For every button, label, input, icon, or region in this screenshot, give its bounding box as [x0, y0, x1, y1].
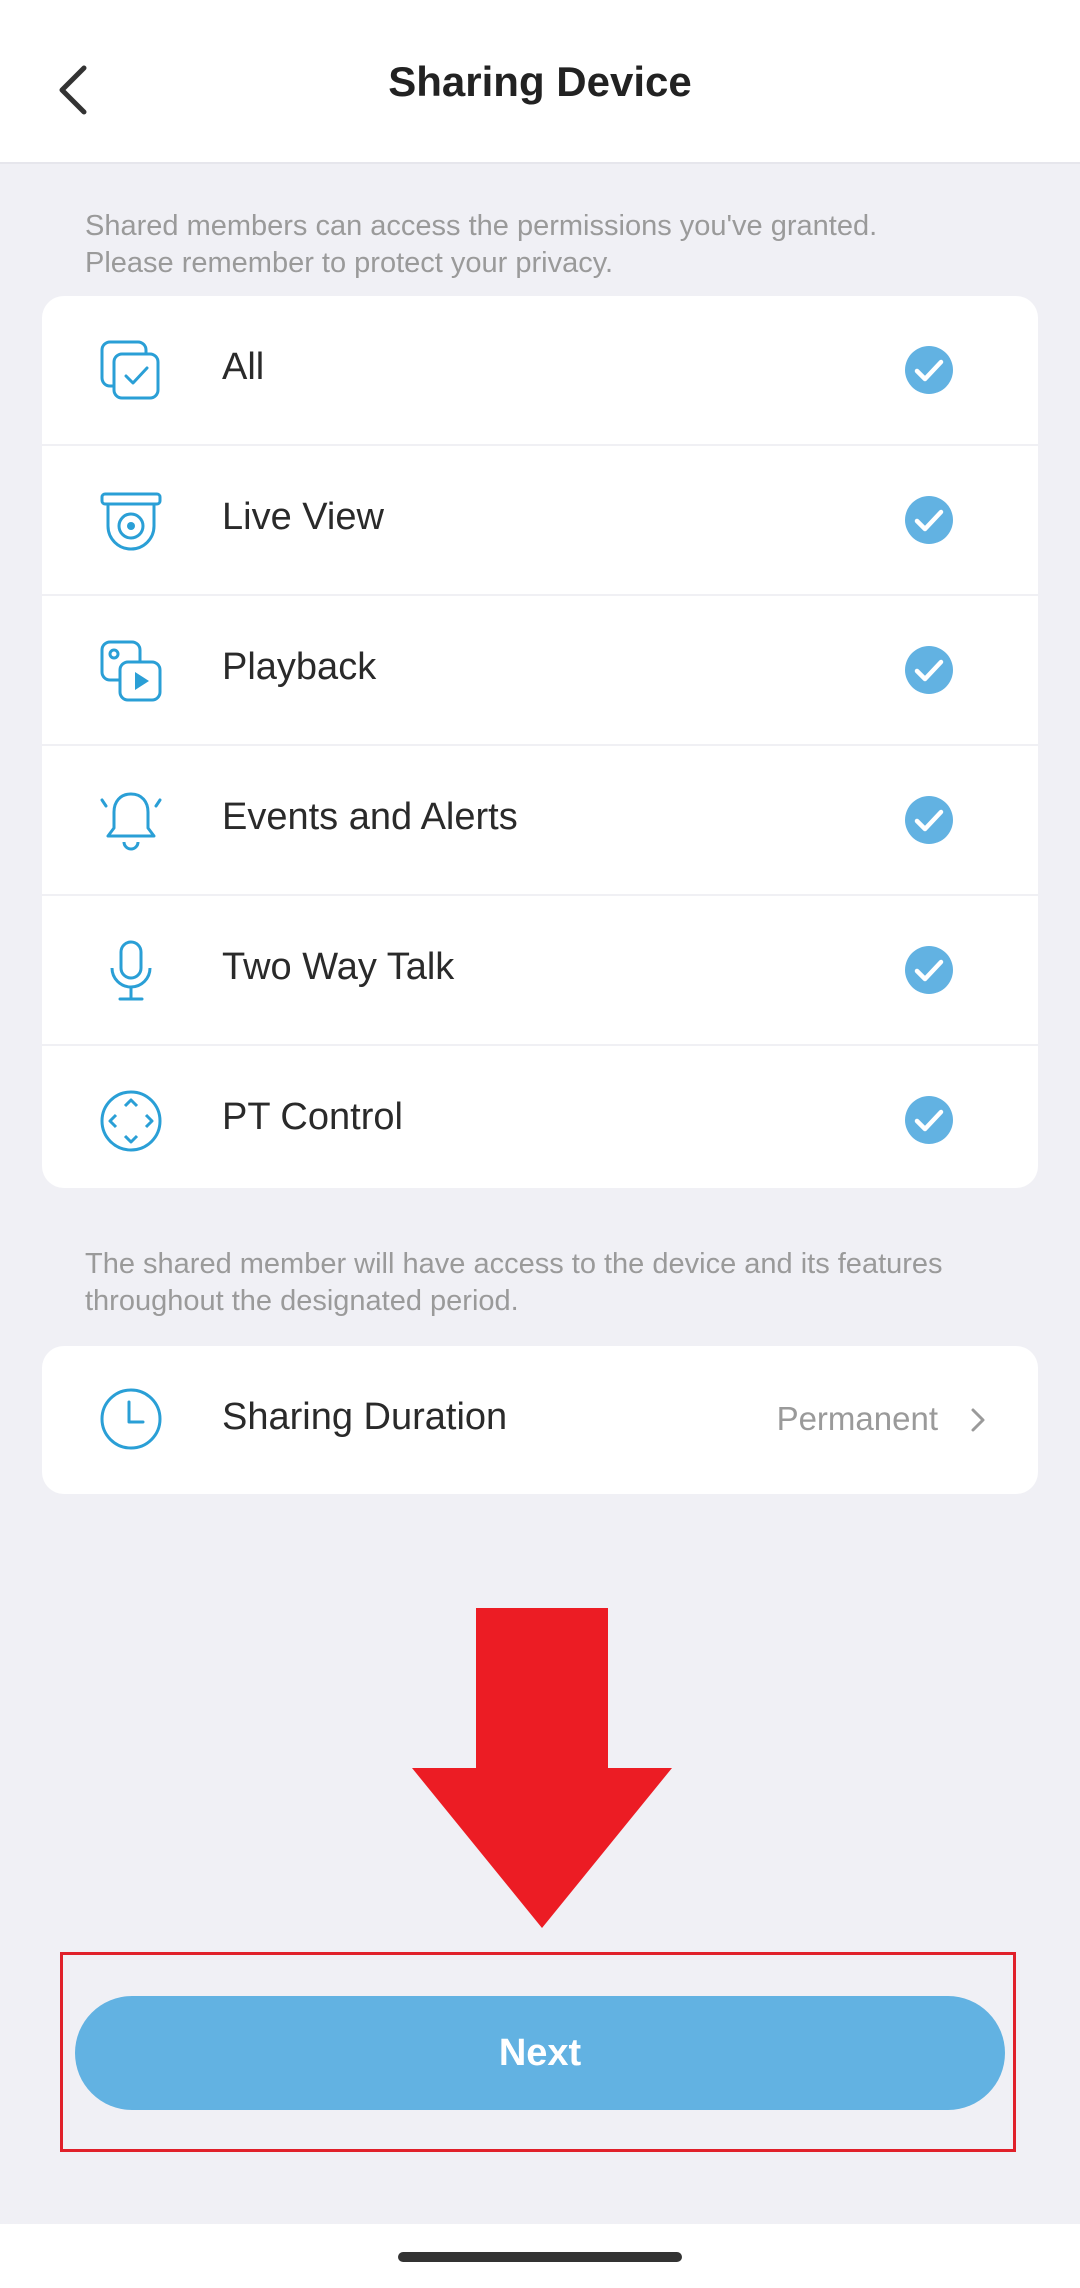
- check-circle-icon[interactable]: [904, 945, 954, 995]
- playback-icon: [100, 640, 162, 702]
- next-button[interactable]: Next: [75, 1996, 1005, 2110]
- permission-row-playback[interactable]: Playback: [42, 596, 1038, 746]
- header-bar: Sharing Device: [0, 0, 1080, 164]
- permission-label: Live View: [222, 496, 384, 538]
- home-indicator[interactable]: [398, 2252, 682, 2262]
- duration-note: The shared member will have access to th…: [85, 1248, 943, 1317]
- chevron-right-icon: [971, 1408, 985, 1432]
- annotation-down-arrow: [412, 1608, 672, 1928]
- permission-row-events-alerts[interactable]: Events and Alerts: [42, 746, 1038, 896]
- check-circle-icon[interactable]: [904, 345, 954, 395]
- clock-icon: [100, 1388, 162, 1450]
- duration-card: Sharing Duration Permanent: [42, 1346, 1038, 1494]
- bell-icon: [100, 792, 162, 851]
- permission-label: PT Control: [222, 1096, 403, 1138]
- check-circle-icon[interactable]: [904, 795, 954, 845]
- navigation-bar: [0, 2224, 1080, 2288]
- sharing-duration-row[interactable]: Sharing Duration Permanent: [42, 1346, 1038, 1494]
- permission-label: Two Way Talk: [222, 946, 455, 988]
- page-title: Sharing Device: [388, 58, 692, 105]
- microphone-icon: [110, 940, 152, 1001]
- check-circle-icon[interactable]: [904, 1095, 954, 1145]
- check-circle-icon[interactable]: [904, 495, 954, 545]
- camera-icon: [100, 492, 162, 551]
- permissions-card: All Live View Playback Events and Alerts…: [42, 296, 1038, 1188]
- permissions-note: Shared members can access the permission…: [85, 210, 878, 279]
- permission-label: Playback: [222, 646, 377, 688]
- pan-tilt-icon: [100, 1090, 162, 1152]
- check-circle-icon[interactable]: [904, 645, 954, 695]
- sharing-duration-label: Sharing Duration: [222, 1396, 508, 1438]
- permission-label: All: [222, 346, 265, 388]
- permission-row-pt-control[interactable]: PT Control: [42, 1046, 1038, 1188]
- permission-row-all[interactable]: All: [42, 296, 1038, 446]
- permission-row-live-view[interactable]: Live View: [42, 446, 1038, 596]
- permission-row-two-way-talk[interactable]: Two Way Talk: [42, 896, 1038, 1046]
- select-all-icon: [100, 340, 160, 400]
- sharing-duration-value: Permanent: [776, 1400, 938, 1437]
- permission-label: Events and Alerts: [222, 796, 518, 838]
